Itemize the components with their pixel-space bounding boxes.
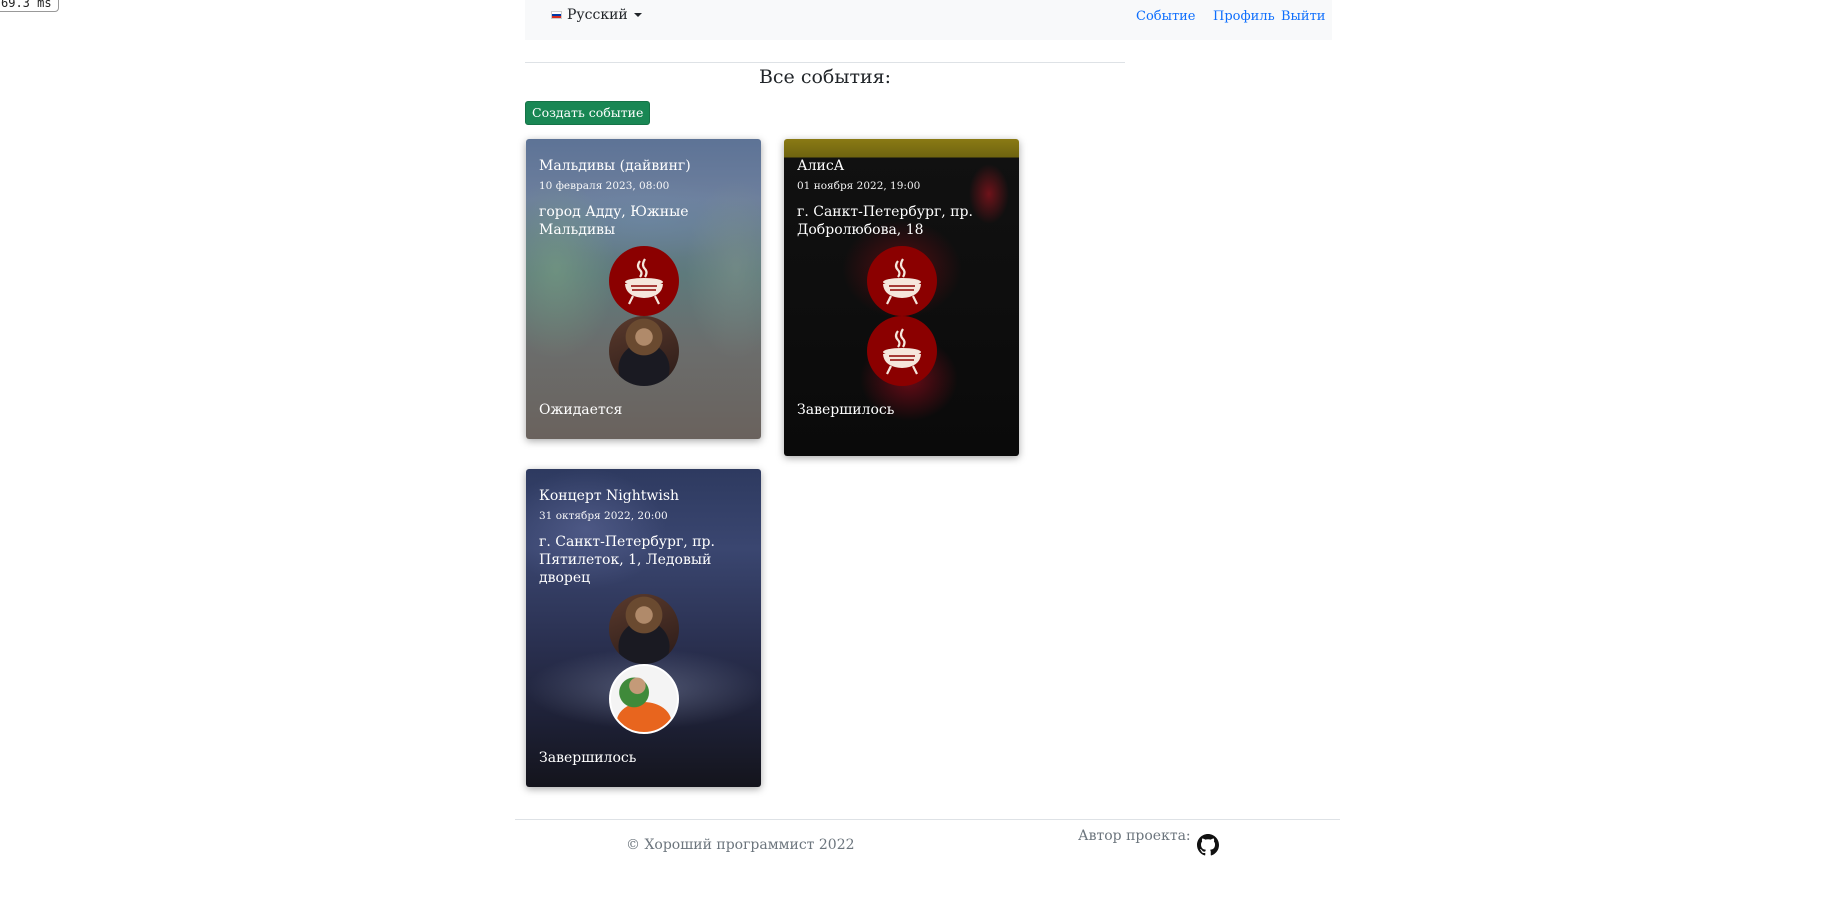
event-date: 10 февраля 2023, 08:00 (539, 180, 670, 192)
woman-photo-avatar-icon (608, 316, 679, 386)
event-title: АлисА (797, 158, 845, 174)
grill-avatar-icon (866, 316, 937, 386)
grill-avatar-icon (608, 246, 679, 316)
man-photo-avatar-icon (608, 664, 679, 734)
grill-avatar-icon (866, 246, 937, 316)
event-date: 01 ноября 2022, 19:00 (797, 180, 921, 192)
event-address: г. Санкт-Петербург, пр. Пятилеток, 1, Ле… (539, 534, 715, 586)
github-icon[interactable] (1197, 834, 1219, 856)
event-status: Завершилось (797, 402, 895, 418)
event-status: Завершилось (539, 750, 637, 766)
event-card[interactable]: Мальдивы (дайвинг) 10 февраля 2023, 08:0… (526, 139, 761, 439)
russian-flag-icon (551, 11, 562, 19)
top-navbar: Русский Событие Профиль Выйти (525, 0, 1332, 40)
event-card[interactable]: АлисА 01 ноября 2022, 19:00 г. Санкт-Пет… (784, 139, 1019, 456)
author-label: Автор проекта: (1078, 828, 1191, 844)
nav-logout-link[interactable]: Выйти (1281, 9, 1325, 24)
event-title: Концерт Nightwish (539, 488, 680, 504)
footer-divider (515, 819, 1340, 820)
event-date: 31 октября 2022, 20:00 (539, 510, 668, 522)
page-title: Все события: (758, 66, 892, 88)
participants-list (539, 246, 748, 386)
nav-profile-link[interactable]: Профиль (1213, 9, 1275, 24)
woman-photo-avatar-icon (608, 594, 679, 664)
participants-list (539, 594, 748, 734)
nav-event-link[interactable]: Событие (1136, 9, 1196, 24)
event-card[interactable]: Концерт Nightwish 31 октября 2022, 20:00… (526, 469, 761, 787)
event-status: Ожидается (539, 402, 623, 418)
chevron-down-icon (633, 13, 642, 17)
header-divider (525, 62, 1125, 63)
create-event-button[interactable]: Создать событие (525, 101, 651, 125)
language-dropdown[interactable]: Русский (551, 7, 642, 23)
render-time-badge: 69.3 ms (0, 0, 59, 12)
participants-list (797, 246, 1006, 386)
event-address: г. Санкт-Петербург, пр. Добролюбова, 18 (797, 204, 973, 238)
event-address: город Адду, Южные Мальдивы (539, 204, 689, 238)
event-title: Мальдивы (дайвинг) (539, 158, 691, 174)
footer-copyright: © Хороший программист 2022 (626, 837, 855, 853)
language-label: Русский (567, 7, 628, 23)
